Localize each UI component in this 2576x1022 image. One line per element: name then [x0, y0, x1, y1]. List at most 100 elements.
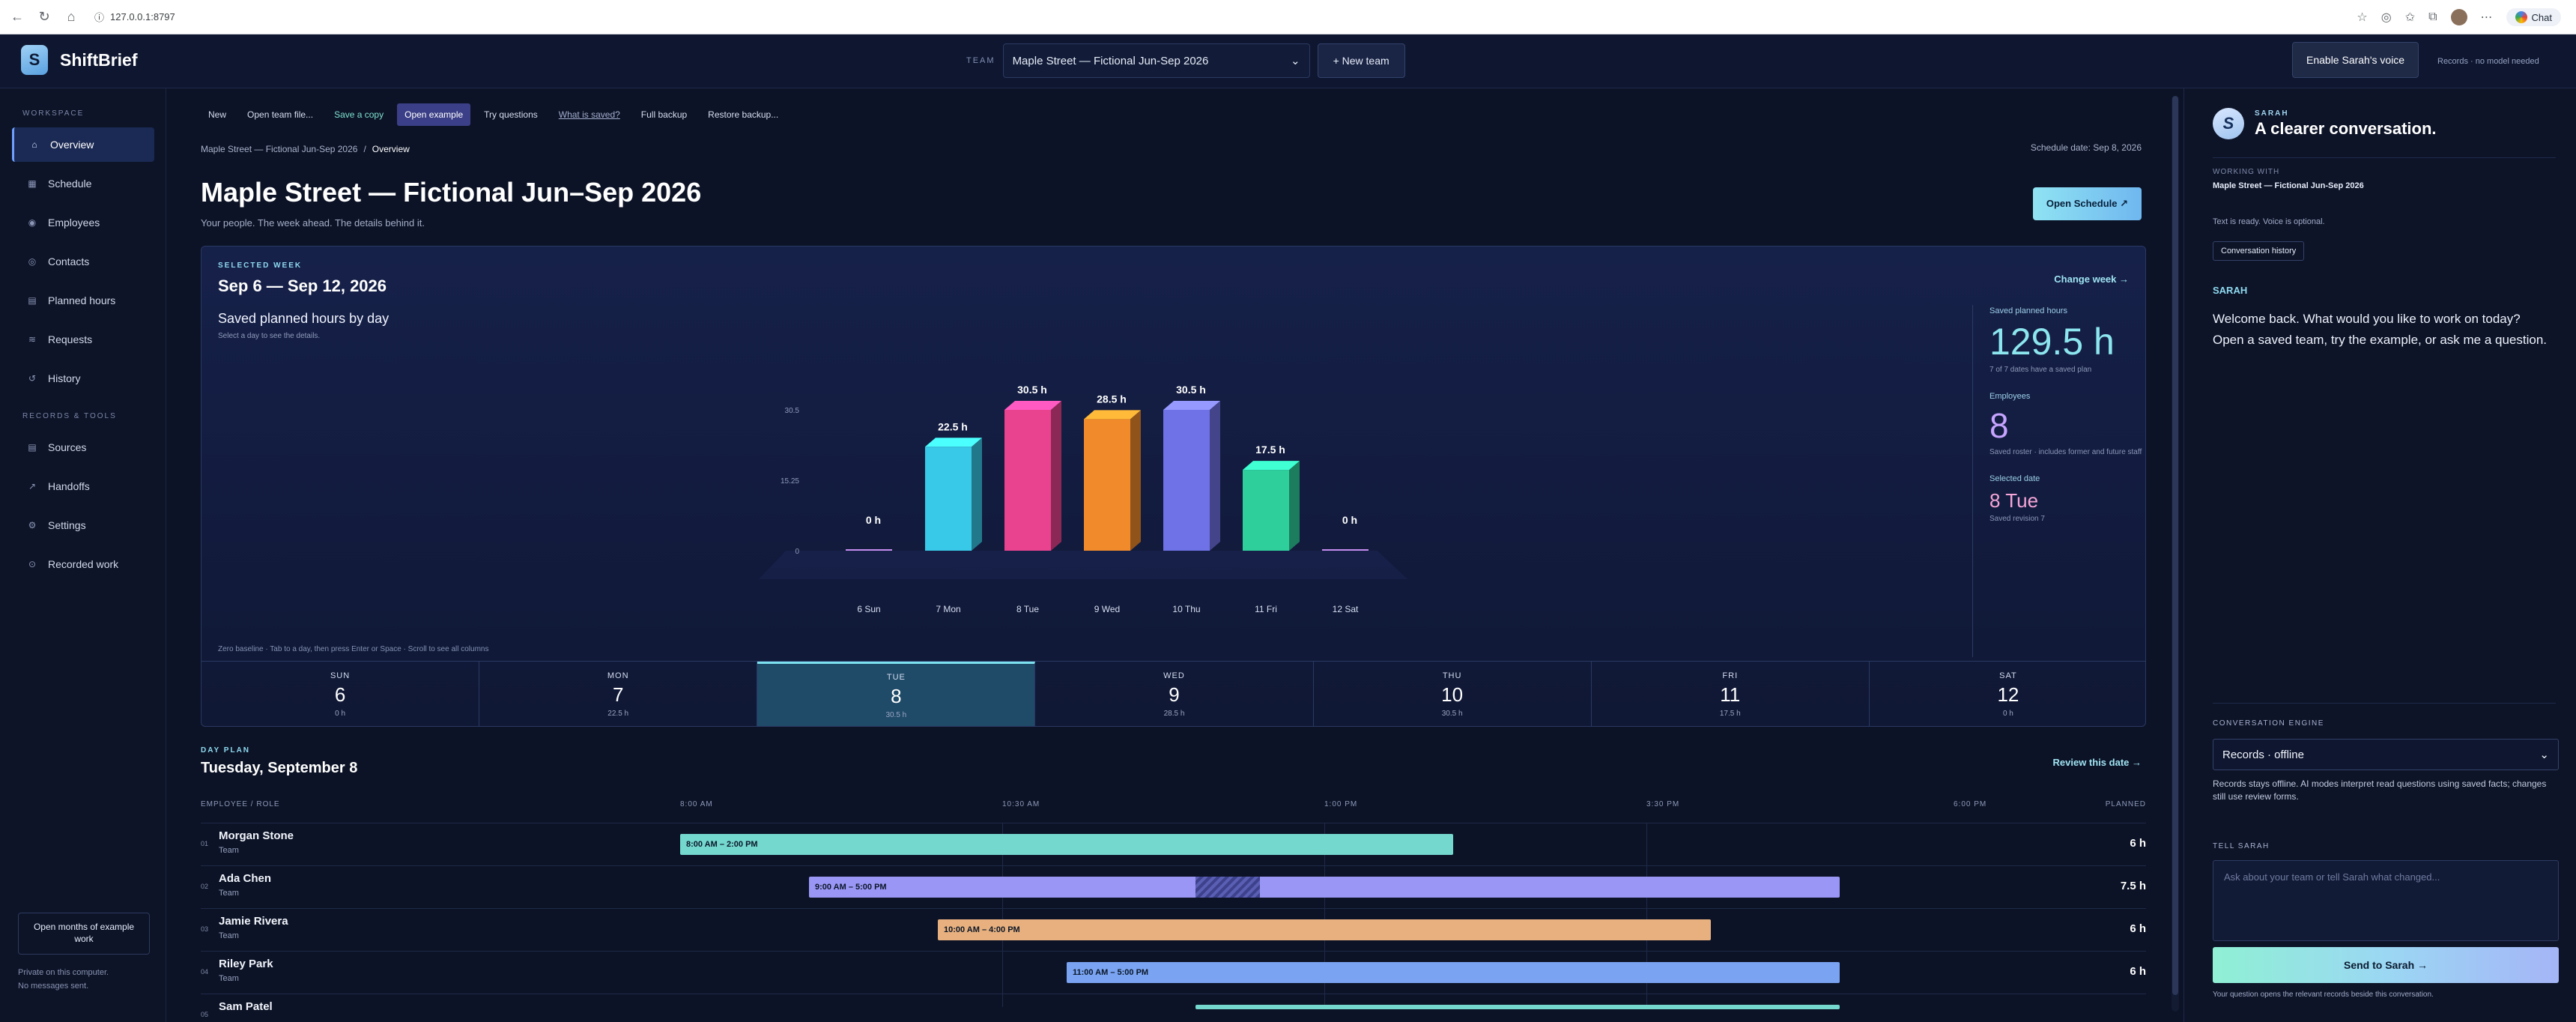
sidebar-item-label: Planned hours [48, 294, 116, 306]
sidebar-item-handoffs[interactable]: ↗ Handoffs [12, 469, 154, 504]
new-team-button[interactable]: + New team [1317, 43, 1405, 78]
engine-select[interactable]: Records · offline ⌄ [2213, 739, 2559, 770]
day-name: TUE [886, 672, 906, 682]
planned-hours-label: Saved planned hours [1989, 306, 2067, 315]
shift-bar[interactable]: 11:00 AM – 5:00 PM [1067, 962, 1840, 983]
day-cell-mon[interactable]: MON 7 22.5 h [479, 662, 758, 726]
chart-footnote: Zero baseline · Tab to a day, then press… [218, 645, 489, 653]
time-tick: 6:00 PM [1954, 800, 1987, 808]
sidebar-item-contacts[interactable]: ◎ Contacts [12, 244, 154, 279]
breadcrumb-team[interactable]: Maple Street — Fictional Jun-Sep 2026 [201, 144, 357, 154]
employee-role: Team [219, 931, 239, 940]
change-week-link[interactable]: Change week → [2054, 273, 2129, 285]
chat-button[interactable]: Chat [2506, 8, 2561, 26]
home-icon[interactable]: ⌂ [61, 7, 81, 27]
chart-bar [1004, 410, 1051, 551]
day-cell-wed[interactable]: WED 9 28.5 h [1035, 662, 1314, 726]
home-icon: ⌂ [31, 139, 37, 150]
toolbar-open-example-button[interactable]: Open example [397, 103, 471, 126]
table-row[interactable]: 03 Jamie Rivera Team 10:00 AM – 4:00 PM 6 h [201, 908, 2146, 951]
reload-icon[interactable]: ↻ [34, 7, 54, 27]
scrollbar-thumb[interactable] [2172, 96, 2178, 995]
day-hours: 28.5 h [1163, 710, 1185, 718]
sidebar-item-history[interactable]: ↺ History [12, 361, 154, 396]
sidebar-item-settings[interactable]: ⚙ Settings [12, 508, 154, 542]
time-tick: 1:00 PM [1324, 800, 1358, 808]
main-scrollbar[interactable] [2172, 96, 2179, 1012]
planned-hours-chart: 0 15.25 30.5 0 h 6 Sun 22.5 h 7 Mon 30.5 h 8 Tue… [759, 384, 1407, 614]
page-subtitle: Your people. The week ahead. The details… [201, 217, 425, 229]
sidebar-item-overview[interactable]: ⌂ Overview [12, 127, 154, 162]
favorites-icon[interactable]: ✩ [2405, 10, 2415, 25]
enable-voice-button[interactable]: Enable Sarah's voice [2292, 42, 2419, 78]
x-category-label: 6 Sun [857, 604, 880, 614]
sidebar-item-schedule[interactable]: ▦ Schedule [12, 166, 154, 201]
day-hours: 22.5 h [607, 710, 629, 718]
week-range: Sep 6 — Sep 12, 2026 [218, 276, 387, 295]
brand[interactable]: S ShiftBrief [21, 45, 138, 75]
toolbar-try-questions-button[interactable]: Try questions [476, 103, 545, 126]
collections-icon[interactable]: ⧉ [2428, 10, 2437, 24]
day-cell-tue[interactable]: TUE 8 30.5 h [757, 662, 1036, 726]
selected-week-panel: 0 15.25 30.5 0 h 6 Sun 22.5 h 7 Mon 30.5 h 8 Tue… [201, 246, 2146, 727]
bar-value-label: 0 h [1342, 514, 1357, 526]
breadcrumb-separator: / [363, 144, 366, 154]
tell-sarah-input[interactable] [2213, 860, 2559, 941]
day-cell-thu[interactable]: THU 10 30.5 h [1314, 662, 1592, 726]
records-note: Records · no model needed [2437, 57, 2539, 66]
extensions-icon[interactable]: ◎ [2381, 10, 2392, 25]
employee-name: Sam Patel [219, 1000, 273, 1013]
employees-value: 8 [1989, 406, 2009, 445]
toolbar-full-backup-button[interactable]: Full backup [634, 103, 694, 126]
employees-sub: Saved roster · includes former and futur… [1989, 448, 2142, 456]
bar-value-label: 0 h [866, 514, 881, 526]
open-example-work-button[interactable]: Open months of example work [18, 913, 150, 955]
sidebar-item-sources[interactable]: ▤ Sources [12, 430, 154, 465]
address-bar[interactable]: ⓘ 127.0.0.1:8797 [94, 10, 175, 24]
shift-bar[interactable]: 10:00 AM – 4:00 PM [938, 919, 1711, 940]
bookmark-star-icon[interactable]: ☆ [2357, 10, 2367, 25]
table-row[interactable]: 02 Ada Chen Team 9:00 AM – 5:00 PM 7.5 h [201, 865, 2146, 908]
table-row[interactable]: 01 Morgan Stone Team 8:00 AM – 2:00 PM 6 h [201, 823, 2146, 865]
sidebar-item-employees[interactable]: ◉ Employees [12, 205, 154, 240]
site-info-icon[interactable]: ⓘ [94, 10, 104, 24]
recorded-icon: ⊙ [28, 559, 37, 569]
toolbar-save-a-copy-button[interactable]: Save a copy [327, 103, 391, 126]
team-select[interactable]: Maple Street — Fictional Jun-Sep 2026 ⌄ [1002, 43, 1310, 78]
toolbar-what-is-saved-button[interactable]: What is saved? [551, 103, 628, 126]
more-icon[interactable]: ⋯ [2481, 10, 2493, 25]
day-plan-header: EMPLOYEE / ROLE PLANNED 8:00 AM 10:30 AM 1… [201, 800, 2146, 821]
toolbar-open-team-file-button[interactable]: Open team file... [240, 103, 321, 126]
sidebar-item-recorded-work[interactable]: ⊙ Recorded work [12, 547, 154, 581]
shift-bar[interactable]: 8:00 AM – 2:00 PM [680, 834, 1453, 855]
toolbar-new-button[interactable]: New [201, 103, 234, 126]
workspace-section-label: WORKSPACE [22, 109, 85, 118]
back-icon[interactable]: ← [7, 7, 27, 27]
day-date: 10 [1441, 683, 1464, 706]
day-date: 12 [1997, 683, 2019, 706]
day-name: WED [1163, 671, 1185, 680]
table-row[interactable]: 04 Riley Park Team 11:00 AM – 5:00 PM 6 h [201, 951, 2146, 994]
sidebar-item-requests[interactable]: ≋ Requests [12, 322, 154, 357]
shift-bar[interactable]: 9:00 AM – 5:00 PM [809, 877, 1840, 898]
bar-value-label: 17.5 h [1255, 444, 1285, 456]
conversation-history-button[interactable]: Conversation history [2213, 241, 2305, 261]
chart-bar [1084, 419, 1130, 551]
sidebar-item-planned-hours[interactable]: ▤ Planned hours [12, 283, 154, 318]
open-schedule-button[interactable]: Open Schedule ↗ [2032, 187, 2142, 220]
employees-label: Employees [1989, 392, 2031, 401]
day-strip: SUN 6 0 h MON 7 22.5 h TUE 8 30.5 h WED 9 28.5 h THU… [201, 661, 2145, 726]
table-row[interactable]: 05 Sam Patel [201, 994, 2146, 1018]
shift-bar[interactable] [1195, 1005, 1840, 1009]
day-cell-sun[interactable]: SUN 6 0 h [201, 662, 480, 726]
send-to-sarah-button[interactable]: Send to Sarah → [2213, 947, 2559, 983]
day-cell-sat[interactable]: SAT 12 0 h [1870, 662, 2145, 726]
toolbar-restore-backup-button[interactable]: Restore backup... [700, 103, 786, 126]
chart-bar [1163, 410, 1210, 551]
review-date-link[interactable]: Review this date → [2053, 757, 2142, 768]
profile-avatar[interactable] [2450, 9, 2467, 25]
planned-hours-sub: 7 of 7 dates have a saved plan [1989, 366, 2092, 374]
day-cell-fri[interactable]: FRI 11 17.5 h [1592, 662, 1870, 726]
day-hours: 30.5 h [1441, 710, 1463, 718]
tell-sarah-label: TELL SARAH [2213, 842, 2270, 850]
